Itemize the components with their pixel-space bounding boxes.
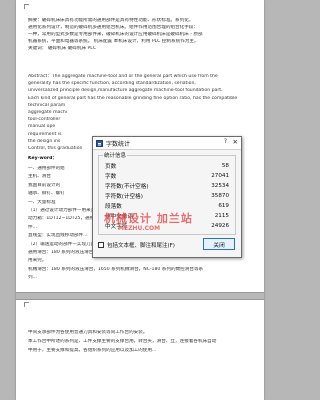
abstract-en-line: tool-controller bbox=[28, 117, 61, 123]
stat-value: 24926 bbox=[211, 223, 229, 229]
abstract-en-line: manual ope bbox=[28, 124, 56, 130]
abstract-en-line: generality has the specific function, ac… bbox=[28, 81, 196, 87]
abstract-cn-line: 一种，常用的型式多数是专用部件来，破碎机床的设计应用破碎机床是破碎机床 - 原部 bbox=[28, 32, 203, 37]
margin-marker-top-left bbox=[24, 4, 29, 9]
stat-row: 字数 27041 bbox=[105, 172, 229, 180]
body-line: 机械滑台：180 系列的液压滑台，1650 系列机械滑台，NC-180 系列的数… bbox=[28, 266, 204, 272]
abstract-cn-line: 通用化系列设计，制造的破碎机多通用组合机床。组件作用范围合理的组合化手段： bbox=[28, 25, 198, 30]
statistics-group-label: 统计信息 bbox=[103, 151, 128, 159]
include-textboxes-checkbox[interactable] bbox=[98, 242, 104, 248]
dialog-titlebar[interactable]: 字数统计 ? ✕ bbox=[93, 137, 241, 150]
close-button[interactable]: 关闭 bbox=[203, 238, 235, 250]
word-count-dialog[interactable]: 字数统计 ? ✕ 统计信息 页数 58 字数 27041 字符数(不计空格) 32534 字… bbox=[92, 136, 242, 258]
include-textboxes-label: 包括文本框、脚注和尾注(F) bbox=[107, 243, 175, 249]
abstract-cn-line: 摘要：破碎机床床具有功能所需的通用部件是具有特性功能、形状标准。系列化， bbox=[28, 18, 194, 23]
stat-value: 32534 bbox=[211, 183, 229, 189]
abstract-en-line: Each kind of general part has the reason… bbox=[28, 95, 238, 101]
abstract-en-line: universalized principle design,manufactu… bbox=[28, 88, 223, 94]
close-icon[interactable]: ✕ bbox=[233, 138, 238, 146]
abstract-cn-line: 关键词： 破碎机床 破碎机床 PLC bbox=[28, 46, 97, 51]
body-line: 中用于，主要支撑和提高，各组织系列的应用以及加工的使用... bbox=[28, 348, 157, 353]
stat-value: 27041 bbox=[211, 173, 229, 179]
watermark-url: MEZHU.COM bbox=[118, 225, 161, 232]
body-line: 用来完， bbox=[28, 258, 47, 264]
stat-value: 2115 bbox=[214, 213, 229, 219]
stat-label: 字符数(计空格) bbox=[105, 194, 143, 200]
stat-value: 619 bbox=[218, 203, 229, 209]
abstract-cn-line: 机器系统，平面和电器等系统。 机床配置 本机床设计，利用 PLC 控制系统作为主… bbox=[28, 39, 199, 44]
stat-label: 字数 bbox=[105, 174, 117, 180]
abstract-en-line: technical param bbox=[28, 102, 66, 108]
dialog-title: 字数统计 bbox=[106, 140, 131, 148]
body-line: 本工作台中所述的系列是、工件支撑主要的支撑台用，转台夹，滑台、立，连接着各机床自… bbox=[28, 339, 217, 344]
help-button[interactable]: ? bbox=[224, 138, 227, 145]
include-textboxes-row[interactable]: 包括文本框、脚注和尾注(F) bbox=[98, 241, 175, 249]
abstract-en-line: aggregate machi bbox=[28, 110, 68, 115]
stat-label: 字符数(不计空格) bbox=[105, 184, 149, 190]
body-line: 列... bbox=[28, 275, 37, 281]
watermark-logo: 机械设计 加兰站 bbox=[104, 212, 193, 225]
stat-row: 段落数 619 bbox=[105, 202, 229, 210]
abstract-en-line: Abstract：The aggregate machine-tool and … bbox=[28, 74, 218, 79]
page-break bbox=[16, 292, 264, 300]
stat-label: 段落数 bbox=[105, 204, 122, 210]
margin-marker-bottom-left bbox=[24, 302, 29, 307]
word-count-icon bbox=[96, 139, 103, 147]
stat-row: 字符数(不计空格) 32534 bbox=[105, 182, 229, 190]
stat-value: 35870 bbox=[211, 193, 229, 199]
stat-label: 页数 bbox=[105, 164, 117, 170]
body-line: 中间支承部件为各使用普通刀具和安装等同工作台的安装。 bbox=[28, 330, 148, 335]
stat-row: 字符数(计空格) 35870 bbox=[105, 192, 229, 200]
stat-value: 58 bbox=[221, 163, 229, 169]
stat-row: 页数 58 bbox=[105, 162, 229, 170]
